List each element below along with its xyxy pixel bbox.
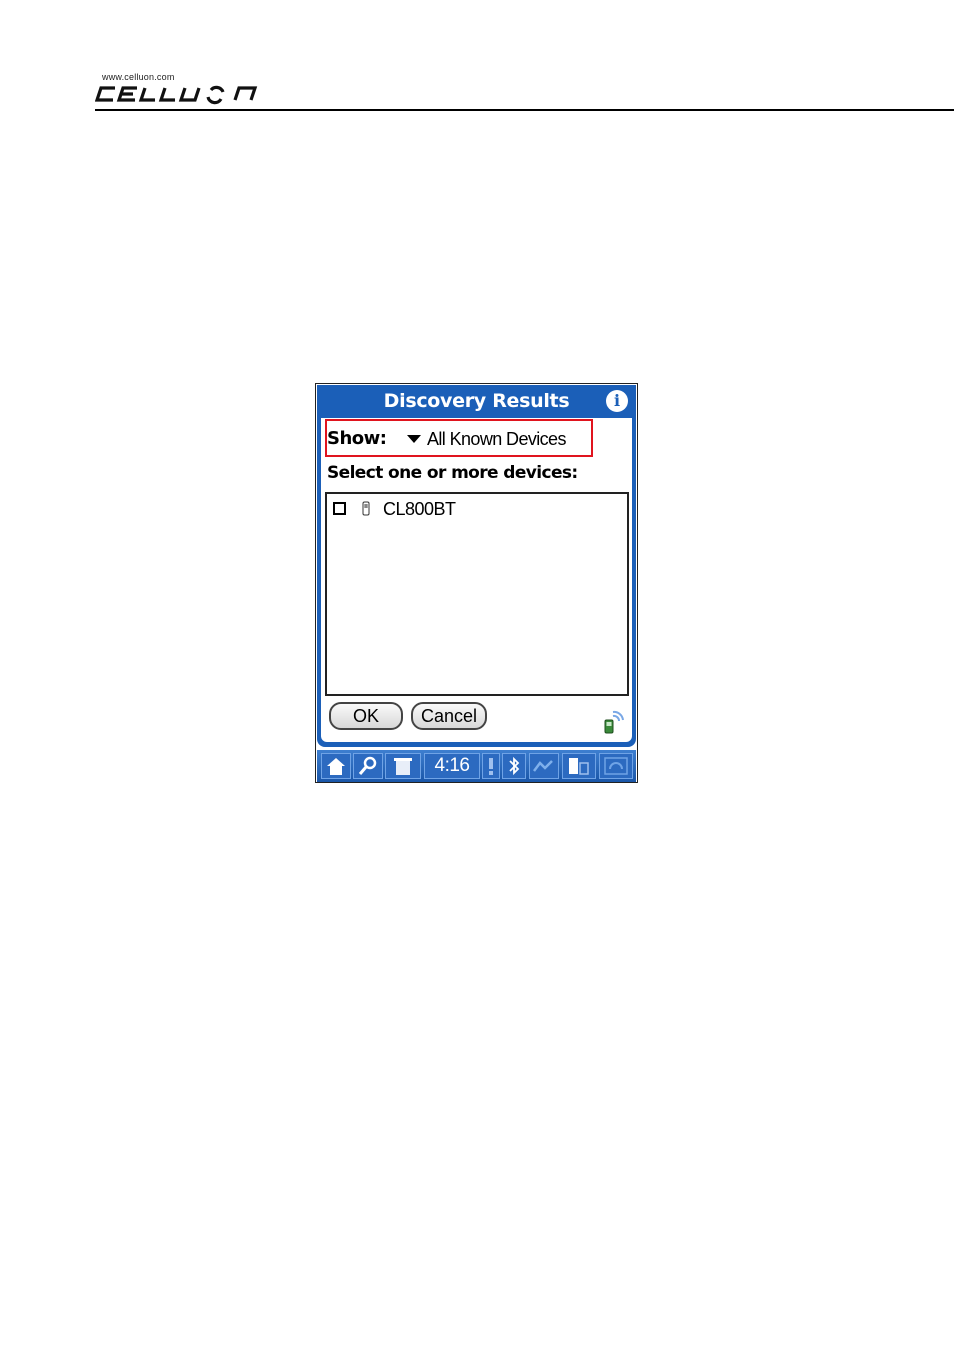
dropdown-arrow-icon[interactable] bbox=[407, 435, 421, 443]
show-filter-row: Show: All Known Devices bbox=[327, 426, 627, 452]
signal-icon[interactable] bbox=[529, 753, 559, 779]
find-icon[interactable] bbox=[353, 753, 383, 779]
alert-icon[interactable] bbox=[482, 753, 500, 779]
clock-time: 4:16 bbox=[434, 755, 470, 776]
show-label: Show: bbox=[327, 428, 387, 449]
device-list[interactable]: CL800BT bbox=[325, 492, 629, 696]
logo-url: www.celluon.com bbox=[102, 72, 175, 82]
header-rule bbox=[95, 109, 954, 111]
cancel-button[interactable]: Cancel bbox=[411, 702, 487, 730]
bluetooth-signal-icon bbox=[604, 710, 624, 734]
phone-icon[interactable] bbox=[599, 753, 633, 779]
info-icon[interactable]: i bbox=[606, 390, 628, 412]
device-icon[interactable] bbox=[562, 753, 596, 779]
discovery-dialog: Discovery Results i Show: All Known Devi… bbox=[317, 385, 636, 747]
device-name: CL800BT bbox=[383, 499, 456, 519]
menu-icon[interactable] bbox=[385, 753, 421, 779]
select-prompt: Select one or more devices: bbox=[327, 463, 578, 483]
device-checkbox[interactable] bbox=[333, 502, 346, 515]
status-bar: 4:16 bbox=[317, 750, 636, 782]
celluon-wordmark bbox=[95, 85, 258, 105]
celluon-logo: www.celluon.com bbox=[95, 72, 265, 108]
dialog-body: Show: All Known Devices Select one or mo… bbox=[321, 418, 632, 742]
ok-button[interactable]: OK bbox=[329, 702, 403, 730]
home-icon[interactable] bbox=[321, 753, 351, 779]
palm-screen: Discovery Results i Show: All Known Devi… bbox=[315, 383, 638, 783]
show-filter-select[interactable]: All Known Devices bbox=[427, 426, 566, 452]
phone-icon bbox=[362, 501, 370, 516]
dialog-title: Discovery Results bbox=[383, 390, 570, 412]
bluetooth-icon[interactable] bbox=[502, 753, 526, 779]
list-item[interactable]: CL800BT bbox=[333, 498, 613, 520]
